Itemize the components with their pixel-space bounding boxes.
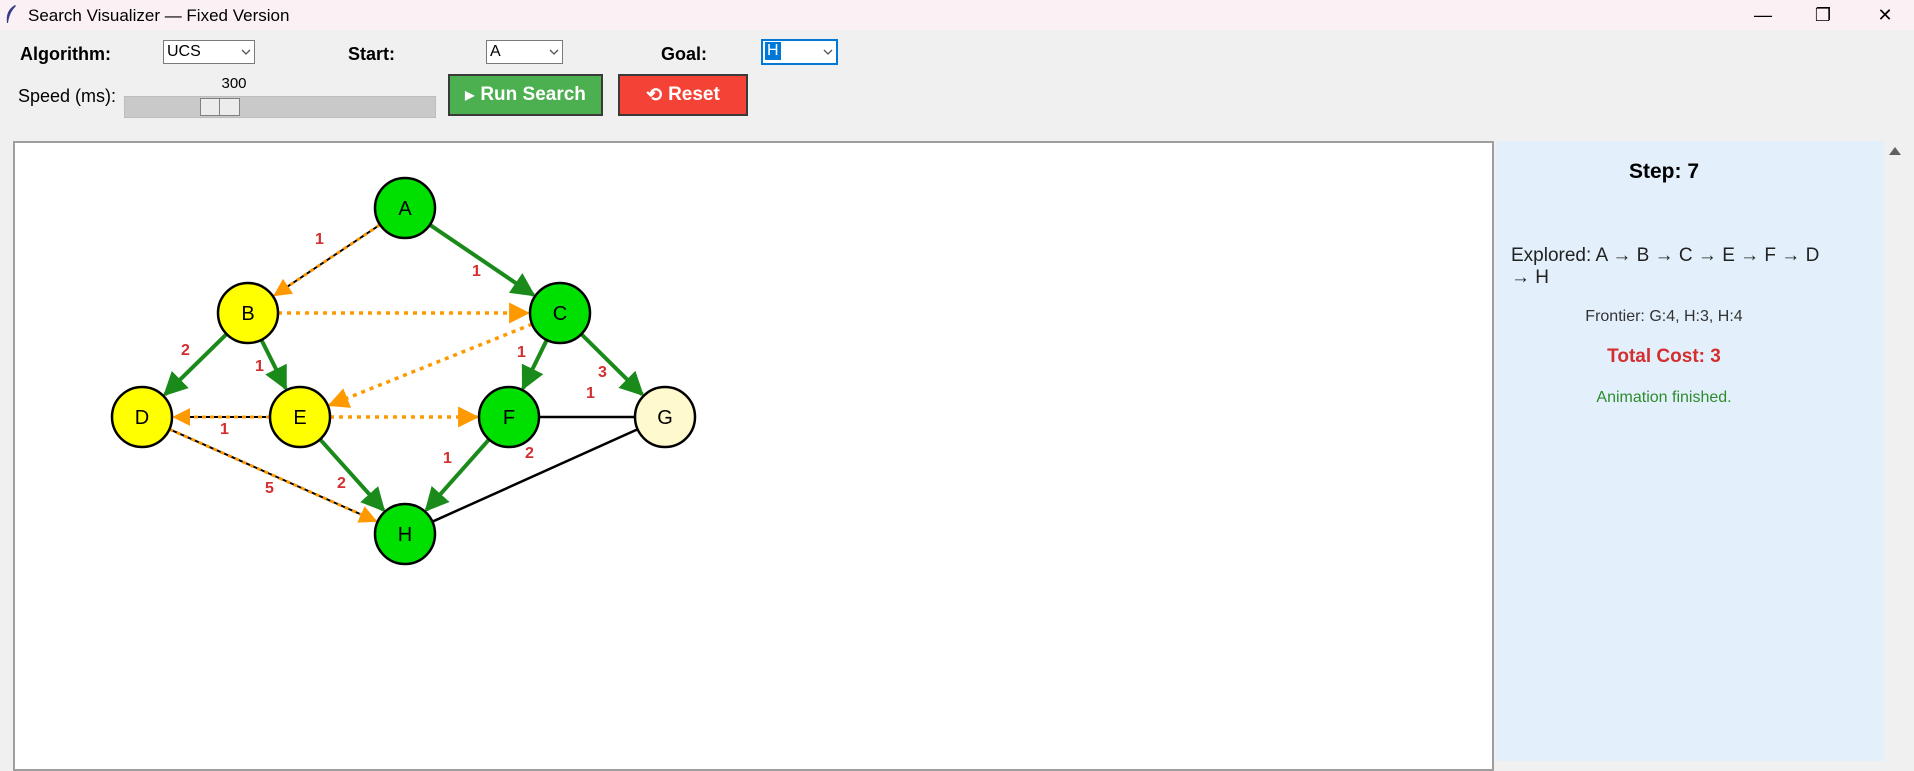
- node-label-B: B: [241, 303, 254, 325]
- speed-slider-trough[interactable]: [124, 96, 436, 118]
- node-D[interactable]: D: [110, 385, 174, 449]
- reset-button[interactable]: ⟲ Reset: [618, 74, 748, 116]
- frontier-text: Frontier: G:4, H:3, H:4: [1585, 308, 1743, 325]
- reset-label: Reset: [668, 84, 720, 105]
- node-A[interactable]: A: [373, 176, 437, 240]
- graph-canvas[interactable]: 112113121125ABCDEFGH: [13, 141, 1494, 771]
- goal-value: H: [765, 42, 781, 60]
- edge-weight-D-H: 5: [265, 480, 274, 497]
- close-button[interactable]: ✕: [1855, 0, 1914, 30]
- edge-weight-B-E: 1: [255, 358, 264, 375]
- app-feather-icon: [6, 5, 16, 23]
- algorithm-select[interactable]: UCS: [163, 40, 255, 64]
- total-cost: Total Cost: 3: [1607, 346, 1721, 367]
- node-label-F: F: [503, 407, 515, 429]
- chevron-down-icon: [241, 49, 251, 55]
- speed-value: 300: [221, 75, 247, 92]
- reset-icon: ⟲: [646, 84, 663, 106]
- edge-weight-F-H: 1: [443, 450, 452, 467]
- node-B[interactable]: B: [216, 281, 280, 345]
- node-label-E: E: [293, 407, 306, 429]
- edge-weight-B-D: 2: [181, 342, 190, 359]
- node-label-D: D: [135, 407, 149, 429]
- node-E[interactable]: E: [268, 385, 332, 449]
- run-search-button[interactable]: ▶ Run Search: [448, 74, 603, 116]
- node-label-H: H: [398, 524, 412, 546]
- run-search-label: Run Search: [480, 84, 586, 105]
- edge-weight-F-G: 1: [586, 385, 595, 402]
- edge-A-C: [428, 223, 536, 297]
- start-select[interactable]: A: [486, 40, 563, 64]
- node-C[interactable]: C: [528, 281, 592, 345]
- edge-weight-A-B: 1: [315, 231, 324, 248]
- edge-weight-E-H: 2: [337, 475, 346, 492]
- goal-select[interactable]: H: [761, 39, 838, 65]
- node-label-G: G: [657, 407, 673, 429]
- window-title: Search Visualizer — Fixed Version: [28, 6, 290, 25]
- node-H[interactable]: H: [373, 502, 437, 566]
- speed-slider[interactable]: 300: [124, 70, 436, 120]
- node-F[interactable]: F: [477, 385, 541, 449]
- edge-G-H: [431, 428, 639, 523]
- explored-text: Explored: A → B → C → E → F → D → H: [1511, 245, 1820, 288]
- panel-scrollbar[interactable]: [1884, 141, 1904, 761]
- start-value: A: [490, 43, 501, 60]
- speed-label: Speed (ms):: [18, 86, 117, 106]
- node-G[interactable]: G: [633, 385, 697, 449]
- edge-weight-G-H: 2: [525, 445, 534, 462]
- chevron-down-icon: [823, 49, 833, 55]
- edge-weight-A-C: 1: [472, 263, 481, 280]
- info-panel: Step: 7 Explored: A → B → C → E → F → D …: [1496, 141, 1884, 761]
- edge-weight-C-G: 3: [598, 364, 607, 381]
- algorithm-label: Algorithm:: [20, 44, 111, 64]
- minimize-button[interactable]: —: [1733, 0, 1793, 30]
- edge-weight-C-F: 1: [517, 344, 526, 361]
- edge-weight-E-D: 1: [220, 421, 229, 438]
- graph-svg: 1121131211 25AB CD E F GH: [110, 176, 697, 566]
- node-label-C: C: [553, 303, 567, 325]
- chevron-down-icon: [549, 49, 559, 55]
- edge-B-E: [259, 338, 288, 391]
- status-text: Animation finished.: [1596, 389, 1732, 406]
- scroll-up-arrow-icon[interactable]: [1889, 147, 1901, 155]
- play-icon: ▶: [465, 88, 475, 102]
- step-counter: Step: 7: [1628, 160, 1699, 183]
- maximize-button[interactable]: ❐: [1793, 0, 1853, 30]
- edge-C-F: [521, 339, 549, 391]
- node-label-A: A: [398, 198, 412, 220]
- start-label: Start:: [348, 44, 396, 64]
- goal-label: Goal:: [661, 44, 708, 64]
- title-bar: Search Visualizer — Fixed Version — ❐ ✕: [0, 0, 1914, 30]
- speed-slider-thumb[interactable]: [200, 98, 240, 116]
- edge-B-D: [163, 332, 228, 397]
- algorithm-value: UCS: [167, 43, 201, 60]
